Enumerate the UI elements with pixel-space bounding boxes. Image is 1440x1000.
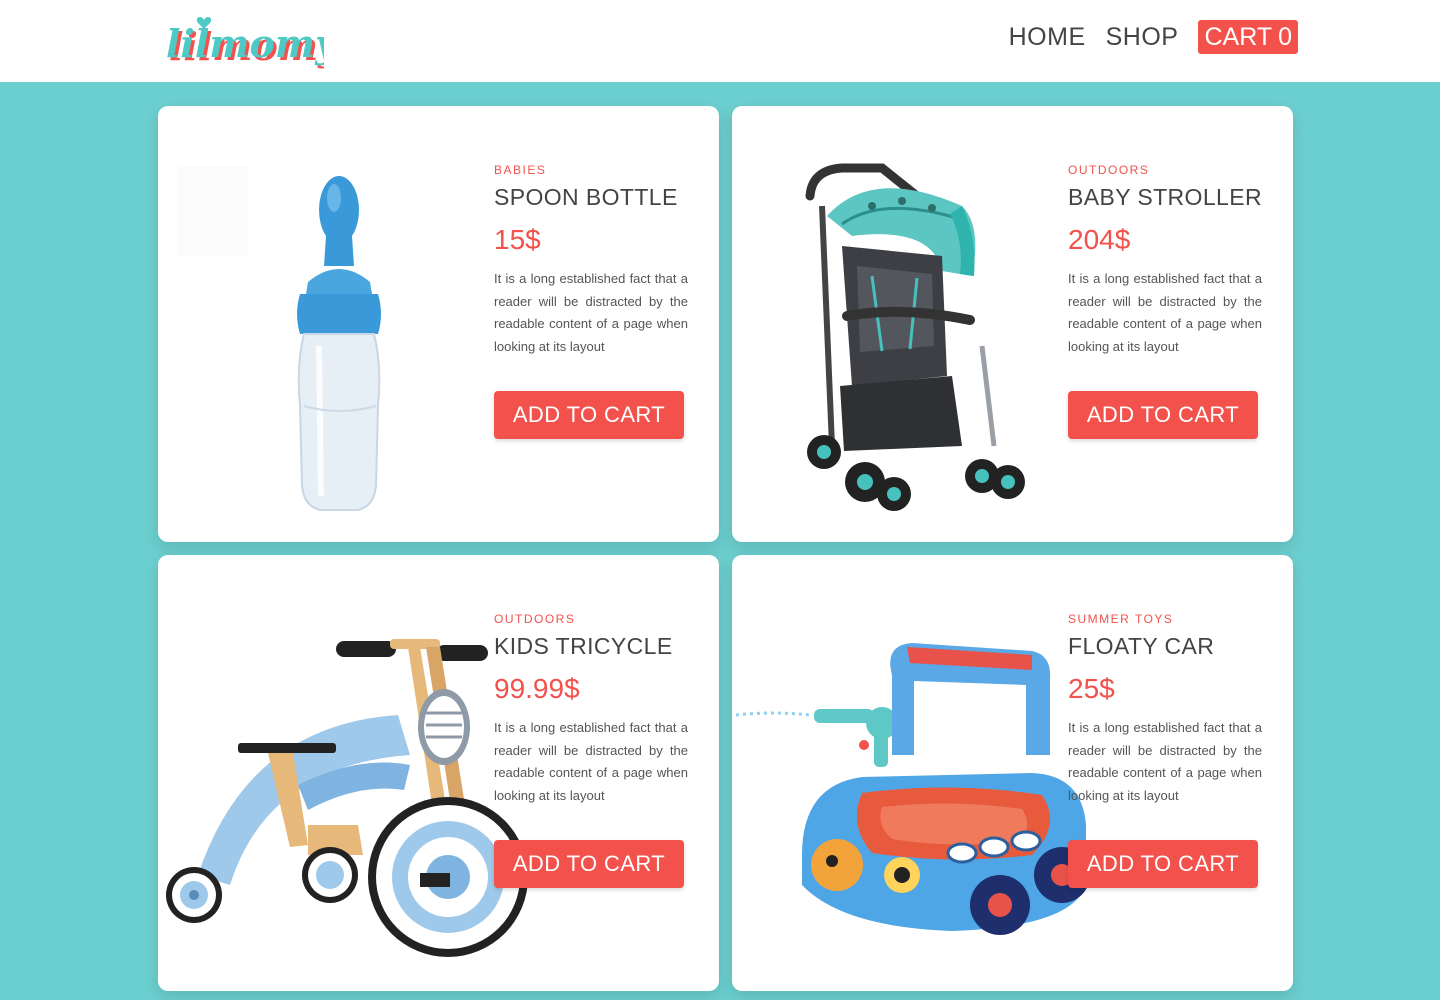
- product-card: OUTDOORS BABY STROLLER 204$ It is a long…: [732, 106, 1293, 542]
- spoon-bottle-image: [158, 106, 538, 542]
- product-info: SUMMER TOYS FLOATY CAR 25$ It is a long …: [1068, 611, 1268, 807]
- product-name[interactable]: BABY STROLLER: [1068, 182, 1268, 212]
- product-description: It is a long established fact that a rea…: [494, 271, 688, 354]
- product-description: It is a long established fact that a rea…: [494, 720, 688, 803]
- product-info: OUTDOORS BABY STROLLER 204$ It is a long…: [1068, 162, 1268, 358]
- product-card: SUMMER TOYS FLOATY CAR 25$ It is a long …: [732, 555, 1293, 991]
- brand-logo[interactable]: lilmomy lilmomy: [164, 8, 324, 74]
- product-name[interactable]: KIDS TRICYCLE: [494, 631, 694, 661]
- product-price: 15$: [494, 224, 541, 255]
- nav-shop-link[interactable]: SHOP: [1106, 20, 1179, 54]
- product-name[interactable]: SPOON BOTTLE: [494, 182, 694, 212]
- product-price: 99.99$: [494, 673, 580, 704]
- svg-text:lilmomy: lilmomy: [166, 21, 324, 66]
- nav-home-link[interactable]: HOME: [1009, 20, 1086, 54]
- product-info: OUTDOORS KIDS TRICYCLE 99.99$ It is a lo…: [494, 611, 694, 807]
- product-description: It is a long established fact that a rea…: [1068, 271, 1262, 354]
- product-name[interactable]: FLOATY CAR: [1068, 631, 1268, 661]
- product-card: OUTDOORS KIDS TRICYCLE 99.99$ It is a lo…: [158, 555, 719, 991]
- product-category: BABIES: [494, 163, 547, 177]
- nav-cart-button[interactable]: CART 0: [1198, 20, 1298, 54]
- floaty-car-image: [732, 555, 1112, 991]
- add-to-cart-button[interactable]: ADD TO CART: [494, 391, 684, 439]
- product-category: OUTDOORS: [1068, 163, 1150, 177]
- product-category: OUTDOORS: [494, 612, 576, 626]
- product-description: It is a long established fact that a rea…: [1068, 720, 1262, 803]
- kids-tricycle-image: [158, 555, 538, 991]
- logo-wordmark: lilmomy lilmomy: [166, 16, 324, 69]
- main-nav: HOME SHOP CART 0: [989, 20, 1298, 54]
- add-to-cart-button[interactable]: ADD TO CART: [1068, 391, 1258, 439]
- product-category: SUMMER TOYS: [1068, 612, 1174, 626]
- product-card: BABIES SPOON BOTTLE 15$ It is a long est…: [158, 106, 719, 542]
- product-price: 25$: [1068, 673, 1115, 704]
- site-header: lilmomy lilmomy HOME SHOP CART 0: [0, 0, 1440, 82]
- cart-count-badge: 0: [1278, 23, 1292, 51]
- baby-stroller-image: [732, 106, 1112, 542]
- product-info: BABIES SPOON BOTTLE 15$ It is a long est…: [494, 162, 694, 358]
- add-to-cart-button[interactable]: ADD TO CART: [1068, 840, 1258, 888]
- add-to-cart-button[interactable]: ADD TO CART: [494, 840, 684, 888]
- nav-cart-label: CART: [1204, 23, 1273, 51]
- product-price: 204$: [1068, 224, 1131, 255]
